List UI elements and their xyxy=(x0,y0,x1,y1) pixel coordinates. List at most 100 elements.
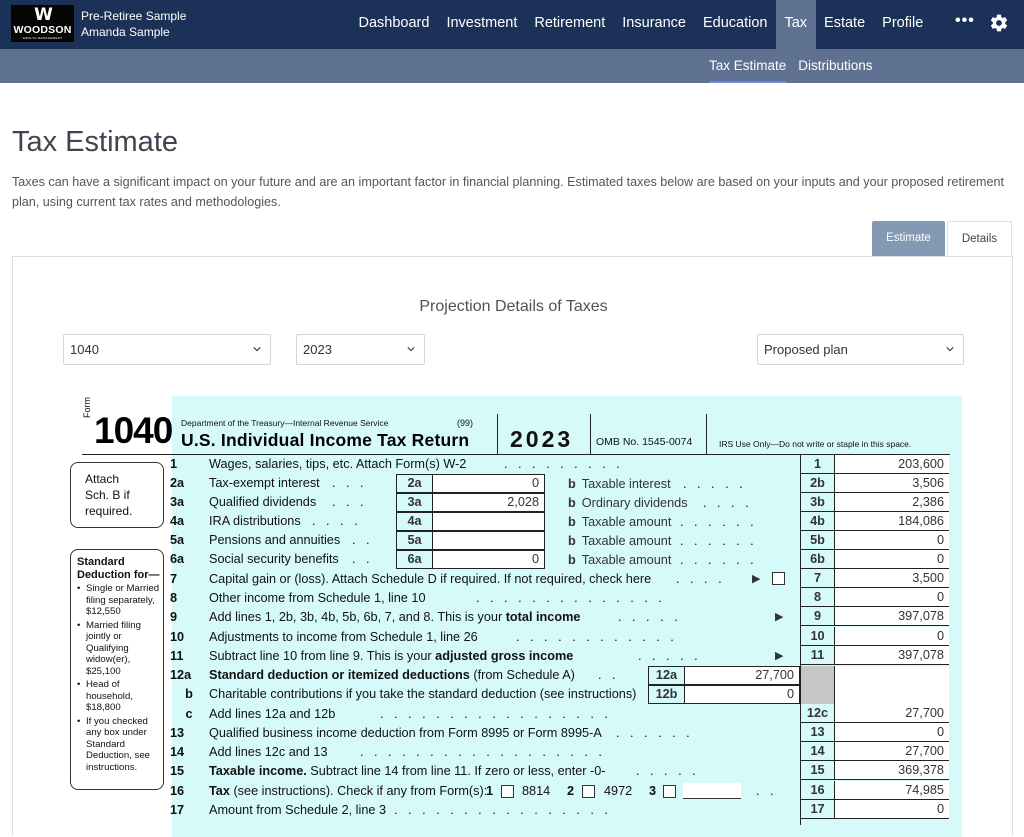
leader-dots: .. xyxy=(352,552,381,566)
line-label: Ordinary dividends xyxy=(581,496,688,510)
line-code: 4b xyxy=(800,512,834,531)
line-5b-label: b Taxable amount xyxy=(568,532,671,551)
line-12c: c Add lines 12a and 12b ................… xyxy=(170,705,800,724)
more-icon[interactable]: ••• xyxy=(955,13,975,29)
form-select-value: 1040 xyxy=(70,342,99,357)
line-label: Capital gain or (loss). Attach Schedule … xyxy=(209,572,652,586)
line-1: 1 Wages, salaries, tips, etc. Attach For… xyxy=(170,455,800,474)
line-2a-value: 0 xyxy=(432,474,545,493)
nav-dashboard[interactable]: Dashboard xyxy=(350,0,438,49)
line-label: Add lines 12c and 13 xyxy=(209,745,328,759)
line-label: Taxable amount xyxy=(581,553,672,567)
line-label: Pensions and annuities xyxy=(209,533,341,547)
tab-estimate[interactable]: Estimate xyxy=(872,221,945,256)
gear-icon[interactable] xyxy=(989,13,1009,33)
blank-cell xyxy=(834,666,949,704)
line-5a: 5a Pensions and annuities .. xyxy=(170,531,400,550)
line-12b: b Charitable contributions if you take t… xyxy=(170,685,650,704)
line-label: Taxable interest xyxy=(581,477,671,491)
line-10: 10 Adjustments to income from Schedule 1… xyxy=(170,628,800,647)
form-select[interactable]: 1040 xyxy=(63,334,271,365)
subnav-tax-estimate[interactable]: Tax Estimate xyxy=(703,49,792,83)
plan-select[interactable]: Proposed plan xyxy=(757,334,964,365)
leader-dots: ...... xyxy=(680,534,765,548)
nav-investment[interactable]: Investment xyxy=(438,0,526,49)
client-name: Amanda Sample xyxy=(81,25,170,39)
line-number: 5a xyxy=(170,533,185,547)
other-form-input[interactable] xyxy=(683,783,741,799)
form-title: U.S. Individual Income Tax Return xyxy=(181,430,470,450)
line-number: c xyxy=(185,707,193,721)
form-4972-checkbox[interactable] xyxy=(582,785,595,798)
client-info: Pre-Retiree Sample Amanda Sample xyxy=(81,8,186,40)
line-4b-value: 184,086 xyxy=(834,512,949,531)
form-irs-use: IRS Use Only—Do not write or staple in t… xyxy=(719,439,912,449)
line-label-text: (see instructions). Check if any from Fo… xyxy=(229,784,488,798)
line-6b-label: b Taxable amount xyxy=(568,551,671,570)
line-number: 12a xyxy=(170,668,192,682)
line-4a-value xyxy=(432,512,545,531)
nav-profile[interactable]: Profile xyxy=(874,0,932,49)
year-select[interactable]: 2023 xyxy=(296,334,425,365)
tab-details[interactable]: Details xyxy=(946,221,1012,256)
line-code: 12b xyxy=(648,685,684,704)
leader-dots: ................. xyxy=(380,707,619,721)
line-number: 13 xyxy=(170,726,185,740)
woodson-logo[interactable]: W WOODSON WEALTH MANAGEMENT xyxy=(11,5,74,42)
line-1-value: 203,600 xyxy=(834,455,949,474)
line-label: Taxable amount xyxy=(581,515,672,529)
form-other-checkbox[interactable] xyxy=(663,785,676,798)
nav-retirement[interactable]: Retirement xyxy=(526,0,614,49)
line-number: 4a xyxy=(170,514,185,528)
line-11: 11 Subtract line 10 from line 9. This is… xyxy=(170,647,800,666)
leader-dots: ............ xyxy=(516,630,685,644)
b-prefix: b xyxy=(568,515,576,529)
line-code: 5a xyxy=(396,531,432,550)
form-department: Department of the Treasury—Internal Reve… xyxy=(181,418,389,428)
line-9-value: 397,078 xyxy=(834,607,949,626)
attach-note-line: Attach xyxy=(85,472,120,486)
line-4b-label: b Taxable amount xyxy=(568,513,671,532)
line-3a: 3a Qualified dividends ... xyxy=(170,493,400,512)
line-2b-value: 3,506 xyxy=(834,474,949,493)
line-9: 9 Add lines 1, 2b, 3b, 4b, 5b, 6b, 7, an… xyxy=(170,608,800,627)
line-code: 3a xyxy=(396,493,432,512)
nav-tax[interactable]: Tax xyxy=(775,0,816,49)
leader-dots: ... xyxy=(332,476,375,490)
leader-dots: .... xyxy=(676,572,733,586)
logo-tagline: WEALTH MANAGEMENT xyxy=(22,36,63,40)
line-label-bold: Taxable income. xyxy=(209,764,307,778)
line-code: 17 xyxy=(800,800,834,819)
tax-subnav: Tax Estimate Distributions xyxy=(703,49,879,83)
form-8814-checkbox[interactable] xyxy=(501,785,514,798)
line-number: 7 xyxy=(170,572,178,586)
nav-education[interactable]: Education xyxy=(694,0,776,49)
line-7-checkbox[interactable] xyxy=(772,572,785,585)
line-code: 13 xyxy=(800,723,834,742)
subnav-distributions[interactable]: Distributions xyxy=(792,49,878,83)
line-number: 17 xyxy=(170,803,185,817)
leader-dots: .... xyxy=(703,496,760,510)
line-label: Qualified business income deduction from… xyxy=(209,726,602,740)
leader-dots: .. xyxy=(352,533,381,547)
line-number: 15 xyxy=(170,764,185,778)
shaded-cell xyxy=(800,666,834,704)
leader-dots: ...... xyxy=(616,726,701,740)
leader-dots: .................. xyxy=(360,745,613,759)
divider xyxy=(590,414,591,455)
nav-insurance[interactable]: Insurance xyxy=(614,0,695,49)
line-7-value: 3,500 xyxy=(834,569,949,588)
leader-dots: .. xyxy=(756,784,785,798)
leader-dots: .. xyxy=(598,668,627,682)
line-6a-value: 0 xyxy=(432,550,545,569)
nav-estate[interactable]: Estate xyxy=(816,0,874,49)
logo-brand: WOODSON xyxy=(13,24,72,36)
line-code: 15 xyxy=(800,761,834,780)
form-option-number: 2 xyxy=(567,784,575,798)
line-label-text: Subtract line 10 from line 9. This is yo… xyxy=(209,649,436,663)
line-label: Standard deduction or itemized deduction… xyxy=(209,666,575,685)
line-number: 10 xyxy=(170,630,185,644)
line-code: 11 xyxy=(800,646,834,665)
leader-dots: ..... xyxy=(636,764,707,778)
line-label: Taxable income. Subtract line 14 from li… xyxy=(209,762,606,781)
